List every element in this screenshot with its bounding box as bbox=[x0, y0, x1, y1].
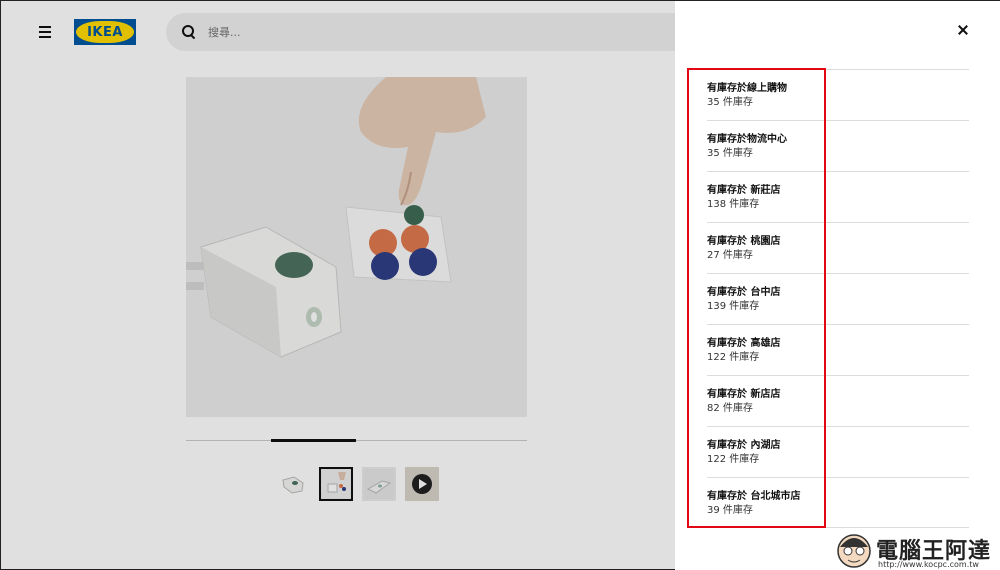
mascot-face-icon bbox=[837, 534, 871, 568]
store-name: 有庫存於 台北城市店 bbox=[707, 491, 801, 502]
stock-count: 82 件庫存 bbox=[707, 403, 753, 414]
list-item[interactable]: 有庫存於 高雄店 122 件庫存 bbox=[707, 324, 969, 375]
store-name: 有庫存於 桃園店 bbox=[707, 236, 781, 247]
store-name: 有庫存於物流中心 bbox=[707, 134, 787, 145]
store-name: 有庫存於線上購物 bbox=[707, 83, 787, 94]
stock-count: 122 件庫存 bbox=[707, 352, 760, 363]
list-item[interactable]: 有庫存於 新店店 82 件庫存 bbox=[707, 375, 969, 426]
stock-count: 139 件庫存 bbox=[707, 301, 760, 312]
list-item[interactable]: 有庫存於物流中心 35 件庫存 bbox=[707, 120, 969, 171]
close-icon[interactable] bbox=[956, 21, 974, 39]
store-name: 有庫存於 台中店 bbox=[707, 287, 781, 298]
list-item[interactable]: 有庫存於 新莊店 138 件庫存 bbox=[707, 171, 969, 222]
stock-count: 27 件庫存 bbox=[707, 250, 753, 261]
store-stock-list: 有庫存於線上購物 35 件庫存 有庫存於物流中心 35 件庫存 有庫存於 新莊店… bbox=[707, 69, 969, 528]
stock-count: 35 件庫存 bbox=[707, 97, 753, 108]
list-item[interactable]: 有庫存於 內湖店 122 件庫存 bbox=[707, 426, 969, 477]
stock-count: 138 件庫存 bbox=[707, 199, 760, 210]
store-name: 有庫存於 高雄店 bbox=[707, 338, 781, 349]
page-dim-overlay[interactable] bbox=[1, 1, 675, 570]
store-name: 有庫存於 內湖店 bbox=[707, 440, 781, 451]
list-item[interactable]: 有庫存於線上購物 35 件庫存 bbox=[707, 69, 969, 120]
watermark-url: http://www.kocpc.com.tw bbox=[878, 560, 979, 569]
store-name: 有庫存於 新莊店 bbox=[707, 185, 781, 196]
stock-count: 39 件庫存 bbox=[707, 505, 753, 516]
stock-count: 35 件庫存 bbox=[707, 148, 753, 159]
stock-count: 122 件庫存 bbox=[707, 454, 760, 465]
watermark: 電腦王阿達 http://www.kocpc.com.tw bbox=[834, 527, 1000, 570]
list-item[interactable]: 有庫存於 台北城市店 39 件庫存 bbox=[707, 477, 969, 528]
list-item[interactable]: 有庫存於 台中店 139 件庫存 bbox=[707, 273, 969, 324]
list-item[interactable]: 有庫存於 桃園店 27 件庫存 bbox=[707, 222, 969, 273]
page: IKEA 搜尋... 有庫存於線上購物 35 件庫存 有庫存於物流中心 35 件… bbox=[1, 1, 1000, 570]
store-name: 有庫存於 新店店 bbox=[707, 389, 781, 400]
